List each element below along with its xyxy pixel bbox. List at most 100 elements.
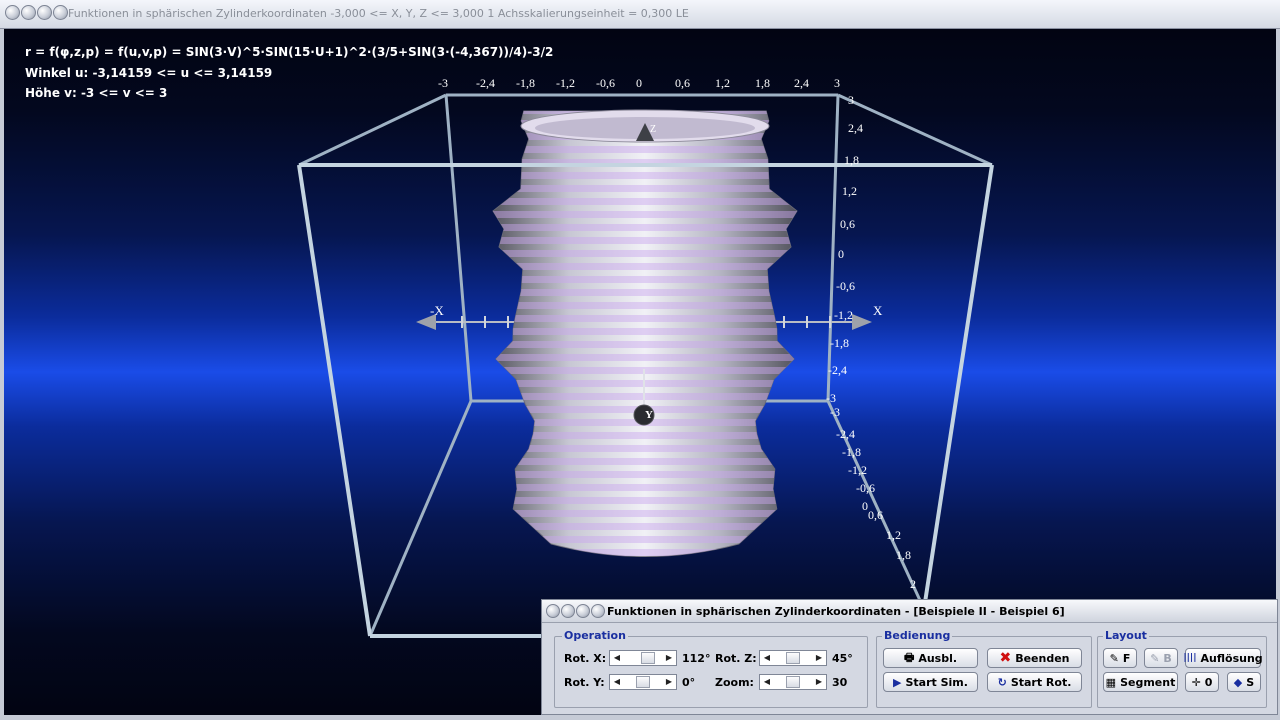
rot-y-value: 0° (682, 676, 696, 689)
window-menu-button[interactable] (5, 5, 20, 20)
dialog-minimize-button[interactable] (561, 604, 575, 618)
ausbl-button-label: Ausbl. (918, 651, 958, 665)
formula-text: r = f(φ,z,p) = f(u,v,p) = SIN(3·V)^5·SIN… (25, 45, 554, 59)
rot-z-slider-thumb[interactable] (786, 652, 800, 664)
start-rot-button[interactable]: ↻ Start Rot. (987, 672, 1082, 692)
rotate-icon: ↻ (997, 675, 1007, 689)
right-tick-label: 0 (838, 247, 844, 261)
height-range-text: Höhe v: -3 <= v <= 3 (25, 86, 168, 100)
b-button[interactable]: ✎ B (1144, 648, 1178, 668)
f-button[interactable]: ✎ F (1103, 648, 1137, 668)
right-tick-label-2: -2,4 (836, 427, 855, 441)
dialog-close-button[interactable] (591, 604, 605, 618)
right-tick-label: -1,8 (830, 336, 849, 350)
top-tick-label: 3 (834, 76, 840, 90)
top-tick-label: 2,4 (794, 76, 809, 90)
start-rot-button-label: Start Rot. (1010, 675, 1072, 689)
rot-y-label: Rot. Y: (564, 676, 605, 689)
top-tick-label: -1,2 (556, 76, 575, 90)
rot-x-value: 112° (682, 652, 711, 665)
top-tick-label: -3 (438, 76, 448, 90)
s-button[interactable]: ◆ S (1227, 672, 1261, 692)
rot-y-right-arrow-icon[interactable]: ▶ (662, 675, 676, 689)
grid-icon: ▦ (1105, 675, 1117, 689)
right-tick-label: -2,4 (828, 363, 847, 377)
top-tick-label: 0 (636, 76, 642, 90)
close-button[interactable] (53, 5, 68, 20)
zero-button[interactable]: ✛ 0 (1185, 672, 1219, 692)
operation-group-label: Operation (562, 629, 628, 642)
rot-y-left-arrow-icon[interactable]: ◀ (610, 675, 624, 689)
dialog-maximize-button[interactable] (576, 604, 590, 618)
maximize-button[interactable] (37, 5, 52, 20)
right-tick-label: -1,2 (834, 308, 853, 322)
rot-x-left-arrow-icon[interactable]: ◀ (610, 651, 624, 665)
rot-y-slider-thumb[interactable] (636, 676, 650, 688)
zero-button-label: 0 (1204, 675, 1213, 689)
x-axis-label: X (873, 303, 883, 318)
printer-icon: 🖶 (903, 650, 915, 664)
top-tick-label: -2,4 (476, 76, 495, 90)
window-title: Funktionen in sphärischen Zylinderkoordi… (68, 7, 689, 20)
right-tick-label-2: -0,6 (856, 481, 875, 495)
rot-x-slider-thumb[interactable] (641, 652, 656, 664)
right-tick-label: 1,8 (844, 153, 859, 167)
zoom-left-arrow-icon[interactable]: ◀ (760, 675, 774, 689)
beenden-button[interactable]: ✖ Beenden (987, 648, 1082, 668)
rot-y-slider[interactable]: ◀ ▶ (609, 674, 677, 690)
z-axis-label: Z (650, 124, 657, 135)
rot-z-label: Rot. Z: (715, 652, 757, 665)
main-window: Funktionen in sphärischen Zylinderkoordi… (0, 0, 1280, 720)
aufloesung-button[interactable]: |||| Auflösung (1183, 648, 1263, 668)
close-x-icon: ✖ (999, 650, 1012, 666)
right-tick-label: 3 (848, 93, 854, 107)
rot-z-value: 45° (832, 652, 853, 665)
right-tick-label-2: 1,2 (886, 528, 901, 542)
top-tick-label: -0,6 (596, 76, 615, 90)
f-button-label: F (1122, 651, 1131, 665)
segment-button[interactable]: ▦ Segment (1103, 672, 1178, 692)
dialog-title: Funktionen in sphärischen Zylinderkoordi… (607, 605, 1065, 618)
right-tick-label: -3 (826, 391, 836, 405)
ausbl-button[interactable]: 🖶 Ausbl. (883, 648, 978, 668)
right-tick-label: 1,2 (842, 184, 857, 198)
right-tick-label-2: 0,6 (868, 508, 883, 522)
zoom-slider[interactable]: ◀ ▶ (759, 674, 827, 690)
brush-disabled-icon: ✎ (1150, 651, 1160, 665)
crosshair-icon: ✛ (1191, 675, 1201, 689)
neg-x-axis-label: -X (430, 303, 444, 318)
surface-plot (492, 109, 798, 557)
zoom-value: 30 (832, 676, 848, 689)
control-dialog: Funktionen in sphärischen Zylinderkoordi… (541, 599, 1278, 715)
rot-z-right-arrow-icon[interactable]: ▶ (812, 651, 826, 665)
dialog-menu-button[interactable] (546, 604, 560, 618)
top-tick-label: 1,8 (755, 76, 770, 90)
rot-z-slider[interactable]: ◀ ▶ (759, 650, 827, 666)
layout-group-label: Layout (1103, 629, 1149, 642)
rot-z-left-arrow-icon[interactable]: ◀ (760, 651, 774, 665)
bedienung-group-label: Bedienung (882, 629, 953, 642)
y-axis-label: Y (645, 409, 653, 421)
title-bar: Funktionen in sphärischen Zylinderkoordi… (0, 0, 1280, 29)
top-tick-label: 0,6 (675, 76, 690, 90)
rot-x-right-arrow-icon[interactable]: ▶ (662, 651, 676, 665)
zoom-slider-thumb[interactable] (786, 676, 800, 688)
zoom-label: Zoom: (715, 676, 754, 689)
right-tick-label: 2,4 (848, 121, 863, 135)
right-tick-label-2: -1,2 (848, 463, 867, 477)
resolution-icon: |||| (1183, 653, 1197, 663)
play-icon: ▶ (893, 675, 902, 689)
aufloesung-button-label: Auflösung (1200, 651, 1263, 665)
rot-x-label: Rot. X: (564, 652, 607, 665)
minimize-button[interactable] (21, 5, 36, 20)
brush-icon: ✎ (1109, 651, 1119, 665)
start-sim-button[interactable]: ▶ Start Sim. (883, 672, 978, 692)
right-tick-label-2: 1,8 (896, 548, 911, 562)
beenden-button-label: Beenden (1015, 651, 1070, 665)
operation-group (554, 636, 868, 708)
rot-x-slider[interactable]: ◀ ▶ (609, 650, 677, 666)
dialog-title-bar: Funktionen in sphärischen Zylinderkoordi… (542, 600, 1277, 623)
angle-range-text: Winkel u: -3,14159 <= u <= 3,14159 (25, 66, 273, 80)
s-button-label: S (1246, 675, 1255, 689)
zoom-right-arrow-icon[interactable]: ▶ (812, 675, 826, 689)
